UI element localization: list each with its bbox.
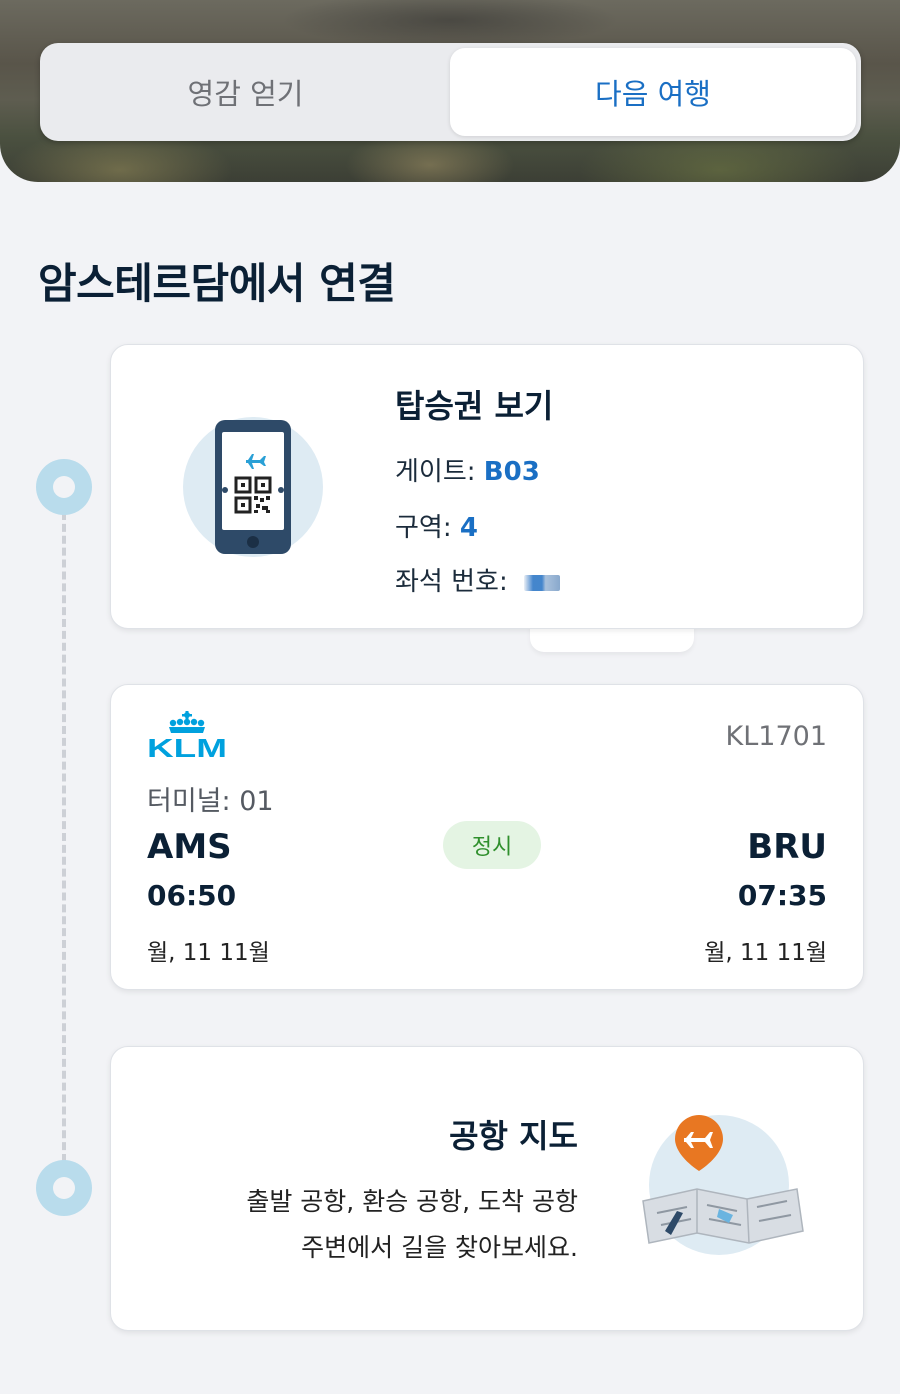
terminal: 터미널: 01 xyxy=(147,786,274,817)
boarding-pass-card[interactable]: 탑승권 보기 게이트: B03 구역: 4 좌석 번호: xyxy=(110,344,864,629)
phone-qr-icon xyxy=(215,420,291,554)
airport-map-title: 공항 지도 xyxy=(449,1117,578,1155)
airport-map-description-line1: 출발 공항, 환승 공항, 도착 공항 xyxy=(246,1187,578,1216)
tab-inspiration[interactable]: 영감 얻기 xyxy=(40,43,451,141)
trip-segmented-control: 영감 얻기 다음 여행 xyxy=(40,43,861,141)
gate-value: B03 xyxy=(483,457,540,487)
section-title: 암스테르담에서 연결 xyxy=(38,259,396,308)
flight-number: KL1701 xyxy=(725,721,827,752)
status-badge: 정시 xyxy=(443,821,541,869)
zone-label: 구역: xyxy=(395,513,460,543)
zone-value: 4 xyxy=(459,513,478,543)
gate-info: 게이트: B03 xyxy=(395,451,540,488)
map-pin-plane-icon xyxy=(642,1115,804,1255)
timeline-line xyxy=(62,512,66,1162)
origin-time: 06:50 xyxy=(147,879,237,912)
destination-code: BRU xyxy=(747,827,827,867)
origin-code: AMS xyxy=(147,827,232,867)
origin-date: 월, 11 11월 xyxy=(147,940,270,966)
seat-value-redacted xyxy=(523,574,560,591)
airport-map-description: 출발 공항, 환승 공항, 도착 공항 주변에서 길을 찾아보세요. xyxy=(246,1179,578,1271)
destination-date: 월, 11 11월 xyxy=(704,940,827,966)
zone-info: 구역: 4 xyxy=(395,507,478,544)
timeline-dot-start xyxy=(36,459,92,515)
timeline-dot-end xyxy=(36,1160,92,1216)
destination-time: 07:35 xyxy=(737,879,827,912)
flight-card[interactable]: KLM KL1701 터미널: 01 AMS 06:50 월, 11 11월 정… xyxy=(110,684,864,990)
airline-name: KLM xyxy=(147,733,227,759)
airport-map-description-line2: 주변에서 길을 찾아보세요. xyxy=(301,1233,578,1262)
klm-crown-logo: KLM xyxy=(147,711,227,759)
gate-label: 게이트: xyxy=(395,457,484,487)
seat-label: 좌석 번호: xyxy=(395,567,516,597)
boarding-pass-title: 탑승권 보기 xyxy=(395,387,554,425)
seat-info: 좌석 번호: xyxy=(395,561,560,598)
tab-next-trip[interactable]: 다음 여행 xyxy=(450,48,856,136)
airport-map-card[interactable]: 공항 지도 출발 공항, 환승 공항, 도착 공항 주변에서 길을 찾아보세요. xyxy=(110,1046,864,1331)
